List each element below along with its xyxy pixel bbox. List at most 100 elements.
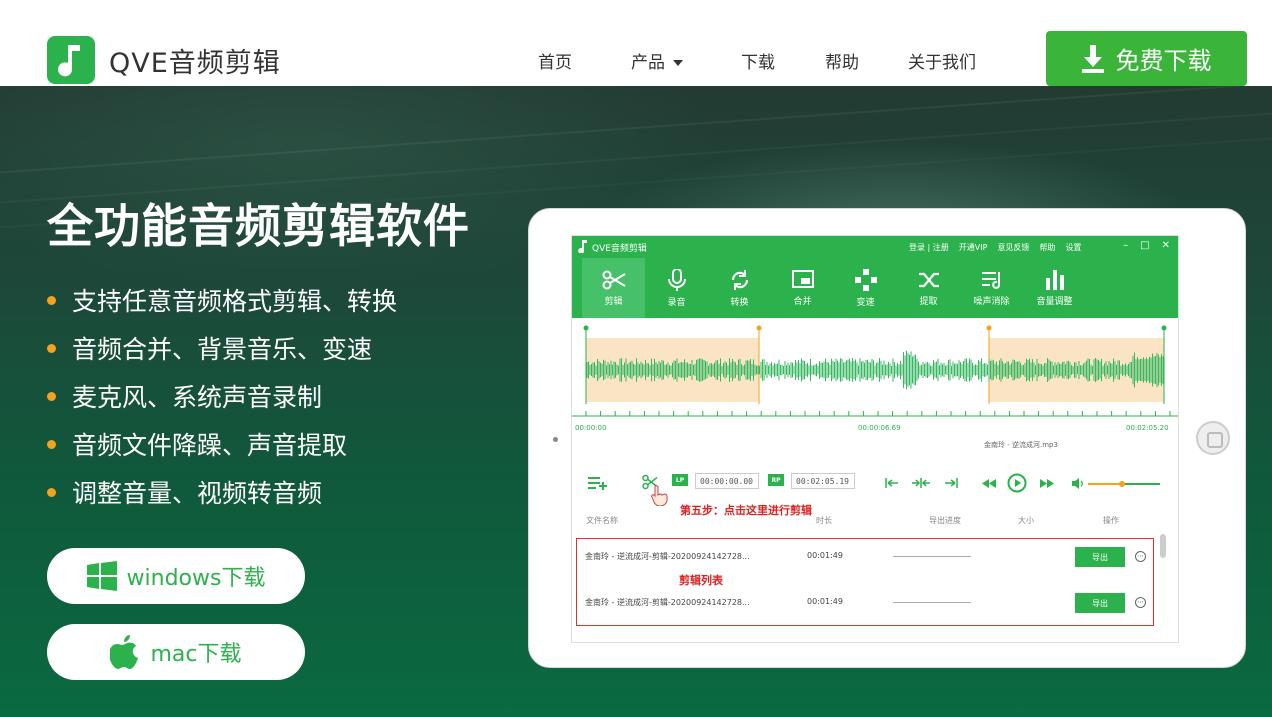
row-progress-bar (893, 602, 971, 603)
tool-merge[interactable]: 合并 (771, 258, 834, 318)
row-filename: 金南玲 - 逆流成河-剪辑-20200924142728... (585, 552, 750, 561)
nav-about[interactable]: 关于我们 (908, 48, 976, 73)
feature-item: 支持任意音频格式剪辑、转换 (47, 276, 397, 324)
feature-item: 调整音量、视频转音频 (47, 468, 397, 516)
split-icon[interactable] (912, 478, 930, 488)
app-top-links: 登录 | 注册 开通VIP 意见反馈 帮助 设置 (909, 242, 1081, 253)
free-download-button[interactable]: 免费下载 (1046, 31, 1247, 86)
free-download-label: 免费下载 (1115, 47, 1212, 75)
tool-label: 合并 (793, 296, 812, 307)
nav-download[interactable]: 下载 (741, 48, 775, 73)
extract-icon (918, 272, 939, 287)
microphone-icon (667, 268, 686, 291)
table-row[interactable]: 金南玲 - 逆流成河-剪辑-20200924142728... 00:01:49… (585, 593, 1146, 613)
nav-home[interactable]: 首页 (538, 48, 572, 73)
maximize-icon[interactable]: □ (1140, 240, 1149, 251)
table-row[interactable]: 金南玲 - 逆流成河-剪辑-20200924142728... 00:01:49… (585, 547, 1146, 567)
feature-item: 麦克风、系统声音录制 (47, 372, 397, 420)
download-icon (1081, 44, 1104, 73)
window-controls: – □ ✕ (1123, 240, 1170, 251)
volume-slider-thumb[interactable] (1119, 481, 1125, 487)
music-note-icon (47, 36, 95, 84)
end-time-input[interactable]: 00:02:05.19 (791, 473, 855, 489)
row-progress-bar (893, 556, 971, 557)
pointer-hand-icon (651, 485, 668, 506)
site-header: QVE音频剪辑 首页 产品 下载 帮助 关于我们 免费下载 (0, 0, 1272, 86)
tool-extract[interactable]: 提取 (897, 258, 960, 318)
windows-download-label: windows下载 (126, 566, 266, 591)
windows-download-button[interactable]: windows下载 (47, 548, 305, 604)
vip-link[interactable]: 开通VIP (959, 242, 988, 253)
feature-text: 调整音量、视频转音频 (72, 479, 323, 508)
speaker-icon[interactable] (1072, 478, 1084, 489)
music-note-icon (578, 240, 587, 253)
set-rp-button[interactable]: RP (768, 474, 784, 486)
login-link[interactable]: 登录 | 注册 (909, 242, 949, 253)
tool-speed[interactable]: 变速 (834, 258, 897, 318)
more-options-icon[interactable]: ⋯ (1135, 597, 1146, 608)
tool-label: 剪辑 (604, 296, 623, 307)
bullet-icon (47, 439, 56, 449)
tool-denoise[interactable]: 噪声消除 (960, 258, 1023, 318)
fast-forward-icon[interactable] (1040, 479, 1054, 488)
camera-dot (553, 437, 558, 442)
feature-text: 支持任意音频格式剪辑、转换 (72, 287, 398, 316)
set-lp-button[interactable]: LP (672, 474, 688, 486)
help-link[interactable]: 帮助 (1039, 242, 1055, 253)
feedback-link[interactable]: 意见反馈 (997, 242, 1029, 253)
brand-name: QVE音频剪辑 (109, 47, 281, 79)
waveform-editor[interactable] (572, 318, 1179, 438)
jump-end-icon[interactable] (944, 478, 958, 488)
mac-download-button[interactable]: mac下载 (47, 624, 305, 680)
tool-label: 音量调整 (1036, 296, 1073, 307)
app-window: QVE音频剪辑 登录 | 注册 开通VIP 意见反馈 帮助 设置 – □ ✕ 剪… (571, 235, 1179, 643)
tool-volume[interactable]: 音量调整 (1023, 258, 1086, 318)
feature-item: 音频文件降躁、声音提取 (47, 420, 397, 468)
bullet-icon (47, 295, 56, 305)
col-size: 大小 (1018, 516, 1034, 525)
nav-products-label: 产品 (631, 53, 665, 73)
step-hint: 第五步：点击这里进行剪辑 (680, 504, 812, 517)
apple-icon (110, 635, 139, 669)
col-action: 操作 (1103, 516, 1119, 525)
row-duration: 00:01:49 (807, 551, 843, 560)
volume-slider[interactable] (1088, 481, 1160, 487)
windows-icon (86, 561, 117, 591)
close-icon[interactable]: ✕ (1162, 240, 1170, 251)
tool-cut[interactable]: 剪辑 (582, 258, 645, 318)
time-mid: 00:00:06.69 (858, 424, 901, 432)
convert-icon (731, 269, 748, 290)
volume-bars-icon (1045, 269, 1064, 290)
col-progress: 导出进度 (929, 516, 961, 525)
more-options-icon[interactable]: ⋯ (1135, 551, 1146, 562)
feature-item: 音频合并、背景音乐、变速 (47, 324, 397, 372)
tool-record[interactable]: 录音 (645, 258, 708, 318)
add-file-icon[interactable] (588, 476, 608, 490)
play-icon[interactable] (1007, 473, 1027, 493)
tool-label: 转换 (730, 297, 749, 308)
nav-help[interactable]: 帮助 (825, 48, 859, 73)
edit-controls: LP 00:00:00.00 RP 00:02:05.19 (572, 464, 1178, 506)
start-time-input[interactable]: 00:00:00.00 (695, 473, 759, 489)
hero-section: 全功能音频剪辑软件 支持任意音频格式剪辑、转换 音频合并、背景音乐、变速 麦克风… (0, 86, 1272, 717)
rewind-icon[interactable] (982, 479, 996, 488)
app-title: QVE音频剪辑 (592, 243, 647, 254)
merge-icon (791, 269, 814, 288)
hero-title: 全功能音频剪辑软件 (47, 199, 470, 253)
feature-text: 音频合并、背景音乐、变速 (72, 335, 373, 364)
row-duration: 00:01:49 (807, 597, 843, 606)
bullet-icon (47, 487, 56, 497)
speed-icon (854, 268, 877, 291)
scrollbar[interactable] (1160, 534, 1166, 558)
export-button[interactable]: 导出 (1075, 547, 1125, 567)
tool-convert[interactable]: 转换 (708, 258, 771, 318)
export-button[interactable]: 导出 (1075, 593, 1125, 613)
settings-link[interactable]: 设置 (1065, 242, 1081, 253)
jump-start-icon[interactable] (885, 478, 899, 488)
logo[interactable]: QVE音频剪辑 (47, 36, 281, 84)
nav-products[interactable]: 产品 (631, 48, 683, 73)
minimize-icon[interactable]: – (1123, 240, 1128, 251)
col-duration: 时长 (816, 516, 832, 525)
cut-list: 金南玲 - 逆流成河-剪辑-20200924142728... 00:01:49… (576, 538, 1154, 626)
chevron-down-icon (673, 60, 683, 66)
